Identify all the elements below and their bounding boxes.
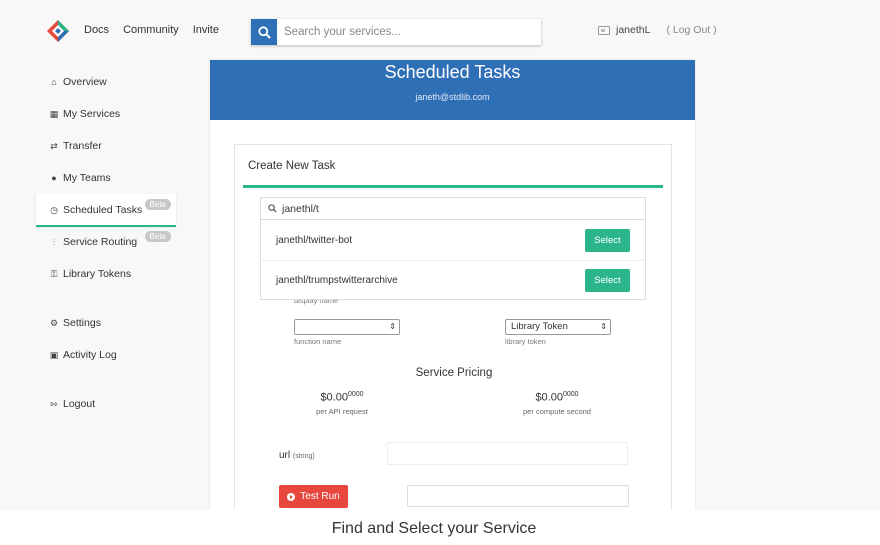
sidebar-item-my-services[interactable]: ▦ My Services [36, 98, 176, 130]
global-search-input[interactable] [277, 26, 527, 38]
service-search-bar [251, 19, 541, 45]
card-divider [243, 185, 663, 188]
play-circle-icon [287, 492, 296, 501]
main-panel: Scheduled Tasks janeth@stdlib.com Create… [210, 60, 695, 510]
beta-badge: Beta [144, 231, 171, 242]
library-token-label: library token [505, 337, 546, 346]
sidebar-item-label: Library Tokens [63, 268, 132, 280]
lock-icon: ▣ [49, 350, 59, 360]
sidebar-item-my-teams[interactable]: ● My Teams [36, 162, 176, 194]
list-item[interactable]: janethl/trumpstwitterarchive Select [261, 260, 645, 300]
test-run-button[interactable]: Test Run [279, 485, 348, 508]
user-area: janethL ( Log Out ) [598, 24, 717, 36]
sidebar: ⌂ Overview ▦ My Services ⇄ Transfer ● My… [36, 66, 176, 420]
price-per-compute: $0.000000 [535, 391, 579, 404]
top-nav: Docs Community Invite [84, 24, 219, 36]
service-search-field [260, 197, 646, 220]
grid-icon: ▦ [49, 109, 59, 119]
search-icon [257, 25, 271, 39]
page-header: Scheduled Tasks janeth@stdlib.com [210, 60, 695, 120]
signpost-icon: ⫶ [52, 237, 56, 247]
search-icon [268, 204, 277, 213]
gear-icon: ⚙ [49, 318, 59, 328]
sidebar-item-scheduled-tasks[interactable]: ◷ Scheduled Tasks Beta [36, 194, 176, 227]
id-card-icon [598, 25, 610, 35]
caption: Find and Select your Service [331, 520, 537, 537]
sidebar-item-settings[interactable]: ⚙ Settings [36, 307, 176, 339]
page-title: Scheduled Tasks [384, 62, 521, 82]
card-title: Create New Task [248, 160, 336, 172]
service-search-input[interactable] [277, 202, 637, 215]
clock-icon: ◷ [50, 205, 58, 215]
username: janethL [616, 24, 651, 36]
sidebar-item-label: My Services [63, 108, 121, 120]
sidebar-item-label: Settings [63, 317, 101, 329]
log-out-link[interactable]: ( Log Out ) [666, 24, 716, 36]
service-name: janethl/trumpstwitterarchive [276, 275, 398, 286]
select-arrows-icon: ⇕ [389, 322, 396, 331]
param-url-input[interactable] [387, 442, 628, 465]
select-button[interactable]: Select [585, 269, 630, 292]
price-per-compute-label: per compute second [523, 407, 591, 416]
sidebar-item-label: Scheduled Tasks [63, 204, 143, 216]
nav-community[interactable]: Community [123, 24, 179, 36]
function-name-label: function name [294, 337, 342, 346]
search-button[interactable] [251, 19, 277, 45]
sidebar-item-transfer[interactable]: ⇄ Transfer [36, 130, 176, 162]
library-token-select[interactable]: Library Token ⇕ [505, 319, 611, 335]
price-per-request-label: per API request [316, 407, 368, 416]
transfer-icon: ⇄ [50, 141, 58, 151]
sidebar-item-label: Service Routing [63, 236, 138, 248]
app-window: Docs Community Invite janethL ( Log Out … [0, 0, 880, 510]
sign-out-icon: ⇰ [50, 399, 58, 409]
sidebar-item-logout[interactable]: ⇰ Logout [36, 388, 176, 420]
nav-docs[interactable]: Docs [84, 24, 109, 36]
service-pricing-title: Service Pricing [415, 367, 493, 379]
stdlib-logo[interactable] [47, 20, 69, 42]
list-item[interactable]: janethl/twitter-bot Select [261, 220, 645, 260]
key-icon: ⚿ [50, 269, 58, 279]
sidebar-item-label: My Teams [63, 172, 111, 184]
create-task-card: Create New Task display name service ver… [234, 144, 672, 510]
price-per-request: $0.000000 [320, 391, 364, 404]
sidebar-item-overview[interactable]: ⌂ Overview [36, 66, 176, 98]
function-name-select[interactable]: ⇕ [294, 319, 400, 335]
sidebar-item-label: Transfer [63, 140, 102, 152]
sidebar-item-activity-log[interactable]: ▣ Activity Log [36, 339, 176, 371]
select-button[interactable]: Select [585, 228, 630, 252]
sidebar-item-label: Logout [63, 398, 96, 410]
nav-invite[interactable]: Invite [193, 24, 219, 36]
sidebar-item-label: Overview [63, 76, 107, 88]
service-name: janethl/twitter-bot [276, 234, 353, 246]
sidebar-item-library-tokens[interactable]: ⚿ Library Tokens [36, 258, 176, 290]
top-bar: Docs Community Invite janethL ( Log Out … [0, 0, 880, 60]
sidebar-item-service-routing[interactable]: ⫶ Service Routing Beta [36, 226, 176, 258]
test-run-output[interactable] [407, 485, 629, 507]
beta-badge: Beta [144, 199, 171, 210]
sidebar-item-label: Activity Log [63, 349, 117, 361]
select-arrows-icon: ⇕ [600, 322, 607, 331]
users-icon: ● [51, 173, 57, 183]
param-url-label: url (string) [279, 450, 315, 461]
home-icon: ⌂ [51, 77, 57, 87]
account-email: janeth@stdlib.com [415, 92, 490, 102]
service-results-list: janethl/twitter-bot Select janethl/trump… [260, 220, 646, 300]
